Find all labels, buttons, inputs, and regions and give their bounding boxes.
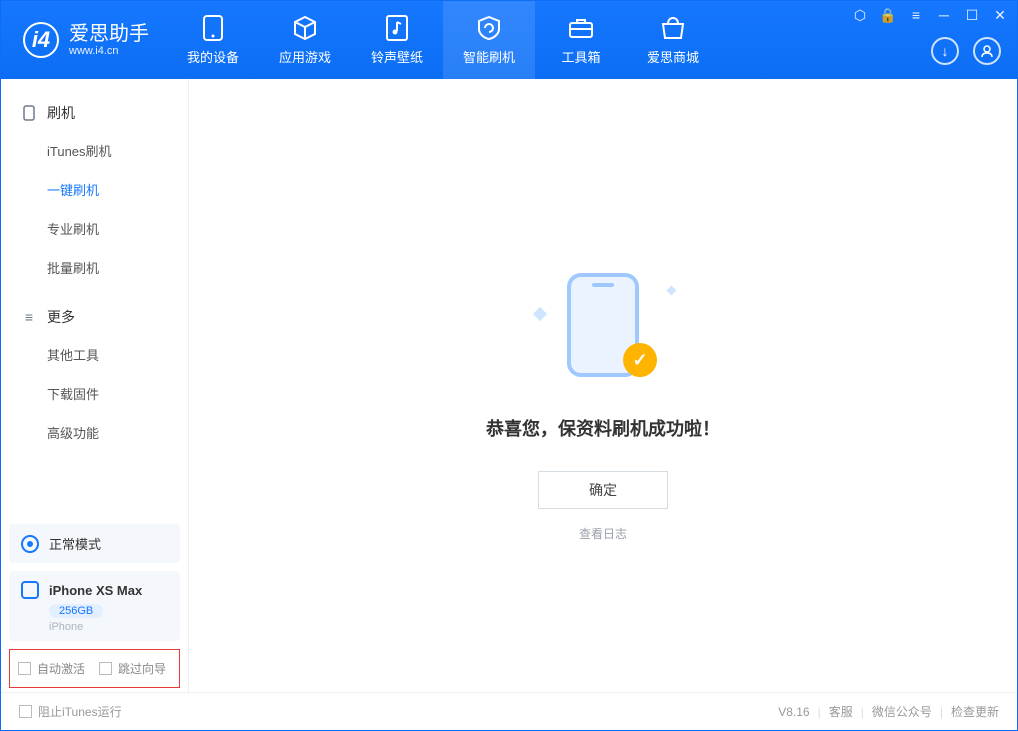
group-title: 刷机	[47, 103, 75, 123]
list-icon: ≡	[21, 309, 37, 325]
window-controls: ⬡ 🔒 ≡ ─ ☐ ✕	[851, 7, 1009, 24]
user-icon[interactable]	[973, 37, 1001, 65]
nav-my-device[interactable]: 我的设备	[167, 1, 259, 79]
sidebar-item-other-tools[interactable]: 其他工具	[1, 335, 188, 374]
close-button[interactable]: ✕	[991, 7, 1009, 24]
checkbox-skip-guide[interactable]: 跳过向导	[99, 660, 166, 677]
main-content: ✓ 恭喜您，保资料刷机成功啦！ 确定 查看日志	[189, 79, 1017, 692]
logo-icon: i4	[23, 22, 59, 58]
device-icon	[21, 105, 37, 121]
nav-label: 铃声壁纸	[371, 47, 423, 66]
menu-icon[interactable]: ≡	[907, 7, 925, 24]
group-title: 更多	[47, 307, 75, 327]
app-site: www.i4.cn	[69, 45, 149, 57]
toolbox-icon	[568, 15, 594, 41]
nav-label: 智能刷机	[463, 47, 515, 66]
nav-label: 我的设备	[187, 47, 239, 66]
sidebar: 刷机 iTunes刷机 一键刷机 专业刷机 批量刷机 ≡ 更多 其他工具 下载固…	[1, 79, 189, 692]
footer-link-support[interactable]: 客服	[829, 703, 853, 720]
lock-icon[interactable]: 🔒	[879, 7, 897, 24]
nav-toolbox[interactable]: 工具箱	[535, 1, 627, 79]
highlighted-options: 自动激活 跳过向导	[9, 649, 180, 688]
view-log-link[interactable]: 查看日志	[579, 525, 627, 542]
sidebar-item-pro-flash[interactable]: 专业刷机	[1, 209, 188, 248]
nav-smart-flash[interactable]: 智能刷机	[443, 1, 535, 79]
app-logo: i4 爱思助手 www.i4.cn	[1, 22, 167, 58]
footer: 阻止iTunes运行 V8.16 | 客服 | 微信公众号 | 检查更新	[1, 692, 1017, 730]
sidebar-item-advanced[interactable]: 高级功能	[1, 413, 188, 452]
nav-label: 工具箱	[561, 47, 600, 66]
success-message: 恭喜您，保资料刷机成功啦！	[486, 415, 720, 441]
device-card[interactable]: iPhone XS Max 256GB iPhone	[9, 571, 180, 641]
cube-icon	[292, 15, 318, 41]
device-capacity: 256GB	[49, 604, 103, 618]
nav-ringtones[interactable]: 铃声壁纸	[351, 1, 443, 79]
footer-link-update[interactable]: 检查更新	[951, 703, 999, 720]
footer-link-wechat[interactable]: 微信公众号	[872, 703, 932, 720]
version-label: V8.16	[778, 705, 809, 719]
mode-icon	[21, 535, 39, 553]
header-right-icons: ↓	[931, 37, 1001, 65]
device-name: iPhone XS Max	[49, 583, 142, 598]
sidebar-item-download-firmware[interactable]: 下载固件	[1, 374, 188, 413]
header: i4 爱思助手 www.i4.cn 我的设备 应用游戏 铃声壁纸 智能刷机 工具…	[1, 1, 1017, 79]
app-name: 爱思助手	[69, 23, 149, 45]
store-icon	[660, 15, 686, 41]
top-nav: 我的设备 应用游戏 铃声壁纸 智能刷机 工具箱 爱思商城	[167, 1, 719, 79]
sidebar-group-flash[interactable]: 刷机	[1, 95, 188, 131]
nav-label: 爱思商城	[647, 47, 699, 66]
download-icon[interactable]: ↓	[931, 37, 959, 65]
sidebar-item-oneclick-flash[interactable]: 一键刷机	[1, 170, 188, 209]
device-type: iPhone	[49, 621, 168, 633]
sidebar-group-more[interactable]: ≡ 更多	[1, 299, 188, 335]
sidebar-item-itunes-flash[interactable]: iTunes刷机	[1, 131, 188, 170]
nav-store[interactable]: 爱思商城	[627, 1, 719, 79]
checkbox-auto-activate[interactable]: 自动激活	[18, 660, 85, 677]
ok-button[interactable]: 确定	[538, 471, 668, 509]
checkmark-badge-icon: ✓	[623, 343, 657, 377]
nav-apps-games[interactable]: 应用游戏	[259, 1, 351, 79]
phone-icon	[200, 15, 226, 41]
shirt-icon[interactable]: ⬡	[851, 7, 869, 24]
music-file-icon	[384, 15, 410, 41]
mode-label: 正常模式	[49, 534, 101, 553]
success-illustration: ✓	[543, 269, 663, 389]
refresh-shield-icon	[476, 15, 502, 41]
checkbox-block-itunes[interactable]: 阻止iTunes运行	[19, 703, 122, 720]
mode-card[interactable]: 正常模式	[9, 524, 180, 563]
maximize-button[interactable]: ☐	[963, 7, 981, 24]
sidebar-item-batch-flash[interactable]: 批量刷机	[1, 248, 188, 287]
nav-label: 应用游戏	[279, 47, 331, 66]
device-icon	[21, 581, 39, 599]
minimize-button[interactable]: ─	[935, 7, 953, 24]
